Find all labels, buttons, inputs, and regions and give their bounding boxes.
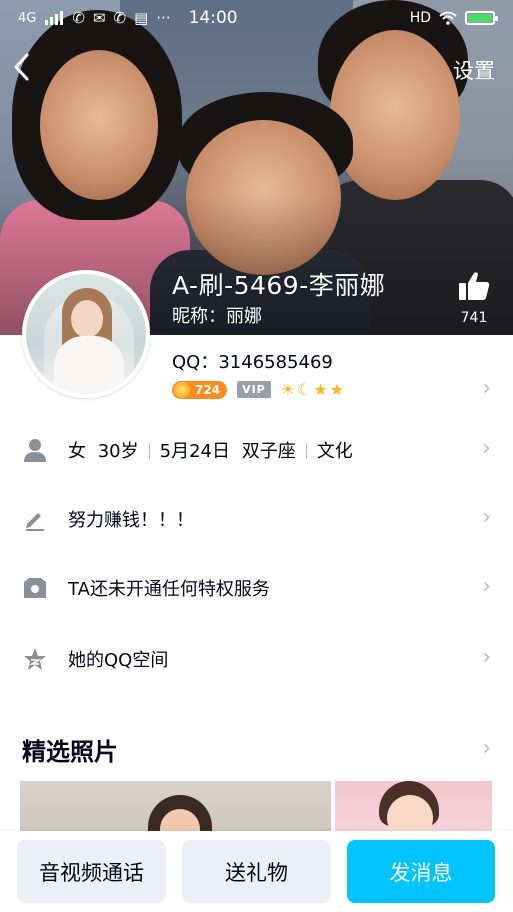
- occupation: 文化: [316, 441, 353, 462]
- send-gift-button[interactable]: 送礼物: [182, 840, 331, 903]
- chevron-right-icon: ›: [482, 436, 491, 461]
- basic-info-text: 女 30岁 5月24日 双子座 文化: [68, 437, 353, 463]
- wechat-icon-2: ✆: [113, 9, 127, 27]
- divider: [148, 443, 150, 459]
- coin-icon: [174, 381, 190, 398]
- level-badge: 724: [172, 380, 228, 399]
- crown-bag-icon: [22, 575, 48, 601]
- person-icon: [22, 437, 48, 463]
- back-icon: [14, 53, 29, 81]
- signature-text: 努力赚钱！！！: [68, 510, 194, 531]
- sun-icon: ☀: [280, 380, 296, 399]
- age: 30岁: [97, 441, 139, 462]
- section-title-photos: 精选照片: [22, 738, 118, 766]
- qq-number: 3146585469: [218, 352, 333, 373]
- back-button[interactable]: [12, 52, 46, 86]
- settings-button[interactable]: 设置: [453, 55, 495, 85]
- wifi-icon: [439, 11, 457, 25]
- pencil-icon: [22, 506, 48, 532]
- qzone-row[interactable]: 她的QQ空间 ›: [0, 629, 513, 689]
- chevron-right-icon: ›: [482, 645, 491, 670]
- birthday: 5月24日: [159, 441, 230, 462]
- star-icon-2: ★: [329, 380, 345, 399]
- like-button[interactable]: 741: [449, 270, 499, 326]
- qq-level-icons: ☀ ☾ ★ ★: [281, 380, 344, 399]
- hd-label: HD: [409, 10, 431, 26]
- cover-person-left-face: [40, 50, 158, 200]
- send-message-button[interactable]: 发消息: [347, 840, 495, 903]
- chevron-right-icon: ›: [482, 574, 491, 599]
- qq-number-line: QQ：3146585469: [172, 348, 333, 374]
- chevron-right-icon[interactable]: ›: [482, 376, 491, 401]
- moon-icon: ☾: [297, 380, 312, 399]
- gender: 女: [68, 441, 86, 462]
- status-bar-left: 4G ✆ ✉ ✆ ▤ ··· 14:00: [18, 8, 410, 28]
- avatar-dress: [54, 336, 124, 394]
- chevron-right-icon: ›: [482, 505, 491, 530]
- notes-icon: ▤: [134, 9, 149, 27]
- more-notifications-icon: ···: [156, 9, 171, 27]
- divider: [305, 443, 307, 459]
- nickname-line: 昵称：丽娜: [172, 302, 262, 328]
- status-bar: 4G ✆ ✉ ✆ ▤ ··· 14:00 HD: [0, 0, 513, 36]
- avatar[interactable]: [22, 270, 150, 398]
- nickname-value: 丽娜: [226, 306, 262, 327]
- profile-page: 4G ✆ ✉ ✆ ▤ ··· 14:00 HD 设置 A-刷-5469-李丽娜 …: [0, 0, 513, 912]
- level-value: 724: [195, 382, 221, 397]
- qzone-star-icon: [22, 646, 48, 672]
- wechat-icon: ✆: [72, 9, 85, 27]
- cover-person-right-face: [330, 30, 460, 200]
- mail-icon: ✉: [92, 9, 106, 27]
- avatar-face: [71, 300, 103, 338]
- zodiac: 双子座: [241, 441, 296, 462]
- profile-name: A-刷-5469-李丽娜: [172, 271, 386, 300]
- qzone-text: 她的QQ空间: [68, 650, 169, 671]
- network-label: 4G: [18, 10, 37, 26]
- badges-row[interactable]: 724 VIP ☀ ☾ ★ ★: [172, 380, 344, 399]
- video-call-button[interactable]: 音视频通话: [17, 840, 166, 903]
- battery-icon: [465, 11, 498, 25]
- status-bar-right: HD: [409, 10, 498, 26]
- signature-row[interactable]: 努力赚钱！！！ ›: [0, 489, 513, 549]
- nickname-label: 昵称：: [172, 306, 226, 327]
- like-count: 741: [460, 310, 488, 326]
- qq-label: QQ：: [172, 352, 219, 373]
- vip-badge: VIP: [237, 381, 271, 398]
- star-icon: ★: [313, 380, 328, 399]
- privilege-text: TA还未开通任何特权服务: [68, 579, 270, 600]
- bottom-action-bar: 音视频通话 送礼物 发消息: [0, 831, 513, 912]
- thumbs-up-icon: [459, 272, 490, 300]
- signal-icon: [45, 11, 64, 25]
- basic-info-row[interactable]: 女 30岁 5月24日 双子座 文化 ›: [0, 420, 513, 480]
- chevron-right-icon[interactable]: ›: [482, 736, 491, 761]
- clock: 14:00: [188, 8, 238, 28]
- privilege-row[interactable]: TA还未开通任何特权服务 ›: [0, 558, 513, 618]
